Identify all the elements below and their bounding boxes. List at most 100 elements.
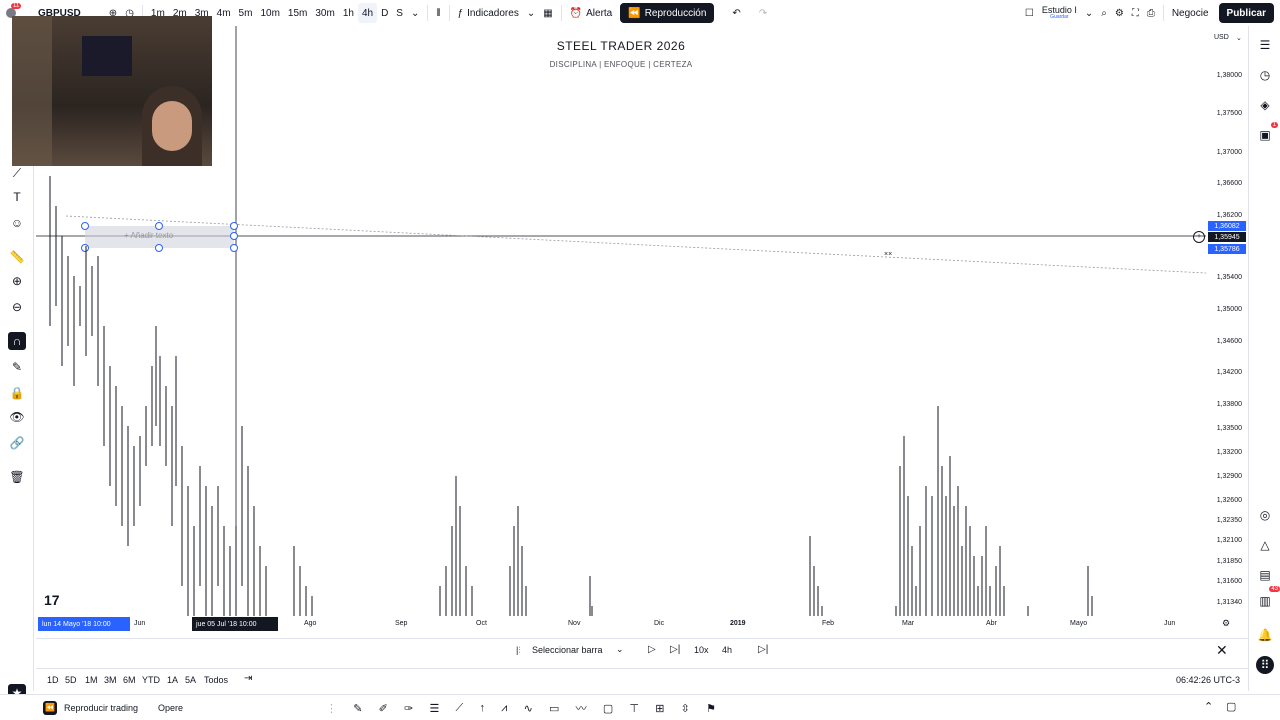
range-1d[interactable]: 1D (47, 675, 59, 685)
magnet-icon[interactable]: ∩ (8, 332, 26, 350)
chevron-down-icon[interactable]: ⌄ (1236, 34, 1242, 42)
eye-icon[interactable]: 👁 (8, 408, 26, 426)
range-1m[interactable]: 1M (85, 675, 98, 685)
trade-tab[interactable]: Opere (158, 703, 183, 713)
redo-icon[interactable]: ↷ (755, 3, 771, 23)
drawing-handle[interactable] (81, 244, 89, 252)
drawing-handle[interactable] (230, 244, 238, 252)
grip-icon[interactable]: ⋮ (326, 702, 337, 715)
pencil-icon[interactable]: ✎ (353, 702, 362, 715)
crosshair-icon[interactable]: ⟋ (8, 164, 26, 182)
ruler-icon[interactable]: 📏 (8, 248, 26, 266)
flag-icon[interactable]: ⚑ (706, 702, 716, 715)
step-forward-icon[interactable]: ▷| (670, 644, 680, 655)
trendline-icon[interactable]: ⟋ (456, 702, 464, 715)
layout-name[interactable]: Estudio I Guardar (1038, 3, 1081, 23)
publish-button[interactable]: Publicar (1218, 3, 1274, 23)
select-bar-button[interactable]: Seleccionar barra (532, 645, 603, 655)
drawing-handle[interactable] (155, 244, 163, 252)
select-bar-icon[interactable]: |⫶ (516, 645, 521, 656)
chevron-down-icon[interactable]: ⌄ (407, 3, 423, 23)
lock-icon[interactable]: 🔒 (8, 384, 26, 402)
replay-interval[interactable]: 4h (722, 645, 732, 655)
position-icon[interactable]: ⊞ (655, 702, 664, 715)
notifications-icon[interactable]: 🔔 (1256, 626, 1274, 644)
comment-icon[interactable]: ▢ (603, 702, 613, 715)
chevron-down-icon[interactable]: ⌄ (1081, 3, 1097, 23)
replay-trading-tab[interactable]: Reproducir trading (64, 703, 138, 713)
drawing-handle[interactable] (81, 222, 89, 230)
timeframe-4h[interactable]: 4h (357, 3, 378, 23)
range-ytd[interactable]: YTD (142, 675, 160, 685)
fullscreen-icon[interactable]: ⛶ (1128, 3, 1143, 23)
chart-type-icon[interactable]: ⫴ (432, 3, 444, 23)
indicators-button[interactable]: ƒ Indicadores (454, 3, 523, 23)
close-icon[interactable]: ✕ (1216, 642, 1228, 659)
range-5a[interactable]: 5A (185, 675, 196, 685)
maximize-icon[interactable]: ▢ (1226, 700, 1236, 713)
brush-curve-icon[interactable]: 〰 (576, 700, 587, 716)
arrow-up-icon[interactable]: ↑ (479, 702, 485, 714)
timeframe-d[interactable]: D (377, 3, 392, 23)
lines-icon[interactable]: ☰ (429, 702, 439, 715)
templates-icon[interactable]: ▦ (539, 3, 556, 23)
undo-icon[interactable]: ↶ (728, 3, 744, 23)
collapse-up-icon[interactable]: ⌃ (1204, 700, 1213, 713)
time-axis[interactable]: lun 14 Mayo '18 10:00 Jun jue 05 Jul '18… (36, 616, 1248, 632)
target-icon[interactable]: ◎ (1256, 506, 1274, 524)
lock-drawing-icon[interactable]: ✎ (8, 358, 26, 376)
brush-icon[interactable]: ✐ (379, 702, 388, 715)
layers-icon[interactable]: ◈ (1256, 96, 1274, 114)
watchlist-icon[interactable]: ☰ (1256, 36, 1274, 54)
link-icon[interactable]: 🔗 (8, 434, 26, 452)
jump-to-realtime-icon[interactable]: ▷| (758, 644, 768, 655)
camera-icon[interactable]: ⎙ (1143, 3, 1159, 23)
currency-label[interactable]: USD (1214, 34, 1229, 41)
goto-date-icon[interactable]: ⇥ (244, 673, 252, 684)
gear-icon[interactable]: ⚙ (1111, 3, 1128, 23)
path-icon[interactable]: ⩘ (501, 702, 507, 715)
zoom-out-icon[interactable]: ⊖ (8, 298, 26, 316)
search-icon[interactable]: ⌕ (1097, 3, 1111, 23)
range-5d[interactable]: 5D (65, 675, 77, 685)
timeframe-15m[interactable]: 15m (284, 3, 311, 23)
drawing-handle[interactable] (155, 222, 163, 230)
chevron-down-icon[interactable]: ⌄ (616, 644, 624, 655)
drawing-handle[interactable] (230, 222, 238, 230)
alert-button[interactable]: ⏰ Alerta (566, 3, 617, 23)
zoom-in-icon[interactable]: ⊕ (8, 272, 26, 290)
drawing-handle[interactable] (230, 232, 238, 240)
trade-button[interactable]: Negocie (1168, 3, 1213, 23)
replay-speed[interactable]: 10x (694, 645, 709, 655)
rectangle-icon[interactable]: ▭ (549, 702, 559, 715)
timeframe-30m[interactable]: 30m (311, 3, 338, 23)
calendar-icon[interactable]: ▤ (1256, 566, 1274, 584)
layout-checkbox-icon[interactable]: ☐ (1021, 3, 1038, 23)
ruler-range-icon[interactable]: ⇳ (681, 702, 690, 715)
ideas-icon[interactable]: △ (1256, 536, 1274, 554)
play-icon[interactable]: ▷ (648, 644, 656, 655)
timeframe-10m[interactable]: 10m (256, 3, 283, 23)
trash-icon[interactable]: 🗑 (8, 468, 26, 486)
crosshair-marker-icon[interactable]: + (1193, 231, 1205, 243)
timeframe-4m[interactable]: 4m (213, 3, 235, 23)
alerts-clock-icon[interactable]: ◷ (1256, 66, 1274, 84)
chevron-down-icon[interactable]: ⌄ (523, 3, 539, 23)
text-box-placeholder[interactable]: + Añadir texto (124, 231, 173, 240)
news-icon[interactable]: ▥ 43 (1256, 586, 1280, 610)
range-all[interactable]: Todos (204, 675, 228, 685)
time-settings-icon[interactable]: ⚙ (1222, 618, 1230, 629)
emoji-icon[interactable]: ☺ (8, 214, 26, 232)
range-1a[interactable]: 1A (167, 675, 178, 685)
timeframe-5m[interactable]: 5m (235, 3, 257, 23)
range-6m[interactable]: 6M (123, 675, 136, 685)
replay-trading-icon[interactable]: ⏪ (43, 701, 57, 715)
range-3m[interactable]: 3M (104, 675, 117, 685)
timeframe-1h[interactable]: 1h (339, 3, 358, 23)
fib-icon[interactable]: ⊤ (629, 702, 639, 715)
highlighter-icon[interactable]: ✑ (404, 702, 413, 715)
timeframe-s[interactable]: S (392, 3, 407, 23)
chat-icon[interactable]: ▣ 1 (1256, 122, 1278, 144)
replay-button[interactable]: ⏪ Reproducción (620, 3, 715, 23)
clock-display[interactable]: 06:42:26 UTC-3 (1176, 675, 1240, 685)
